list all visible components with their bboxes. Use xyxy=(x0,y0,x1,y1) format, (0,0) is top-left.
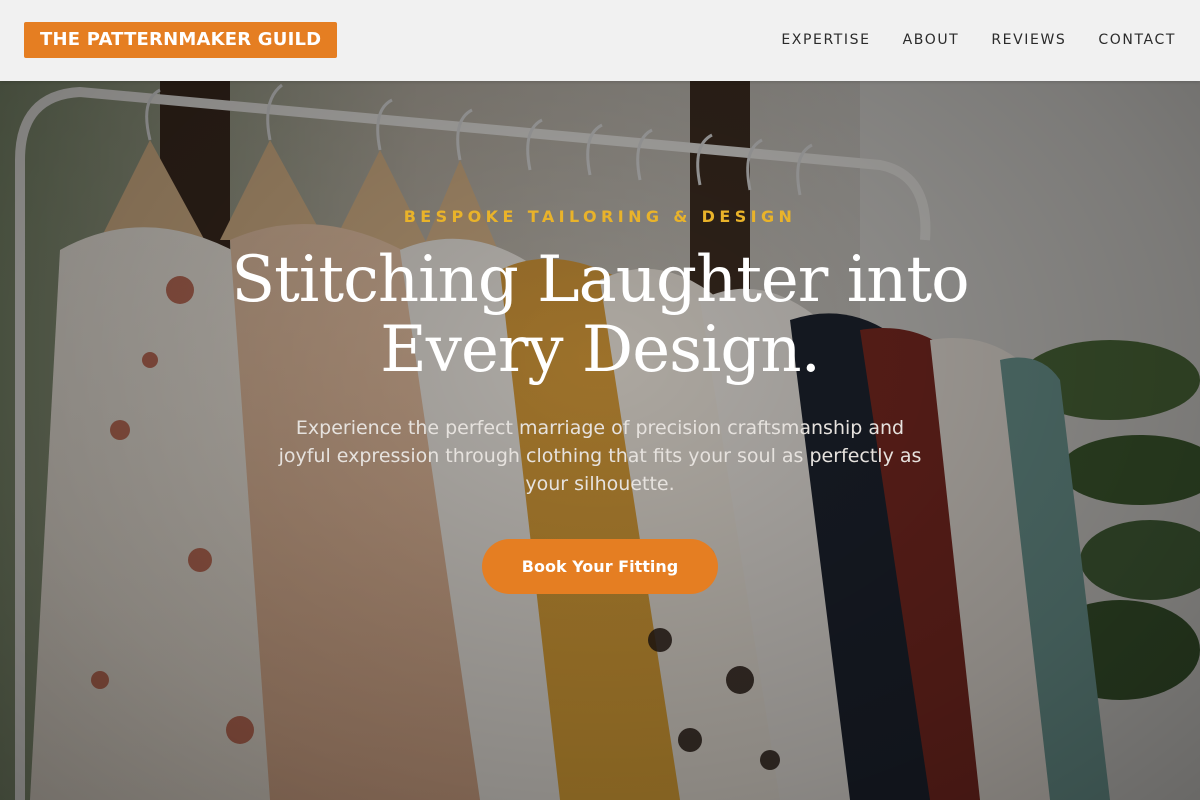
nav-link-contact[interactable]: CONTACT xyxy=(1098,32,1176,48)
main-nav: EXPERTISE ABOUT REVIEWS CONTACT xyxy=(749,32,1176,48)
nav-link-expertise[interactable]: EXPERTISE xyxy=(781,32,870,48)
site-header: THE PATTERNMAKER GUILD EXPERTISE ABOUT R… xyxy=(0,0,1200,81)
hero-subtext: Experience the perfect marriage of preci… xyxy=(278,417,922,495)
hero-section: BESPOKE TAILORING & DESIGN Stitching Lau… xyxy=(0,81,1200,800)
nav-link-reviews[interactable]: REVIEWS xyxy=(991,32,1066,48)
site-logo[interactable]: THE PATTERNMAKER GUILD xyxy=(24,21,338,58)
book-fitting-button[interactable]: Book Your Fitting xyxy=(482,539,718,594)
hero-eyebrow: BESPOKE TAILORING & DESIGN xyxy=(403,207,797,226)
hero-headline: Stitching Laughter into Every Design. xyxy=(200,245,1000,385)
nav-link-about[interactable]: ABOUT xyxy=(903,32,960,48)
hero-headline-line-2: Every Design. xyxy=(380,313,821,387)
hero-headline-line-1: Stitching Laughter into xyxy=(231,243,969,317)
